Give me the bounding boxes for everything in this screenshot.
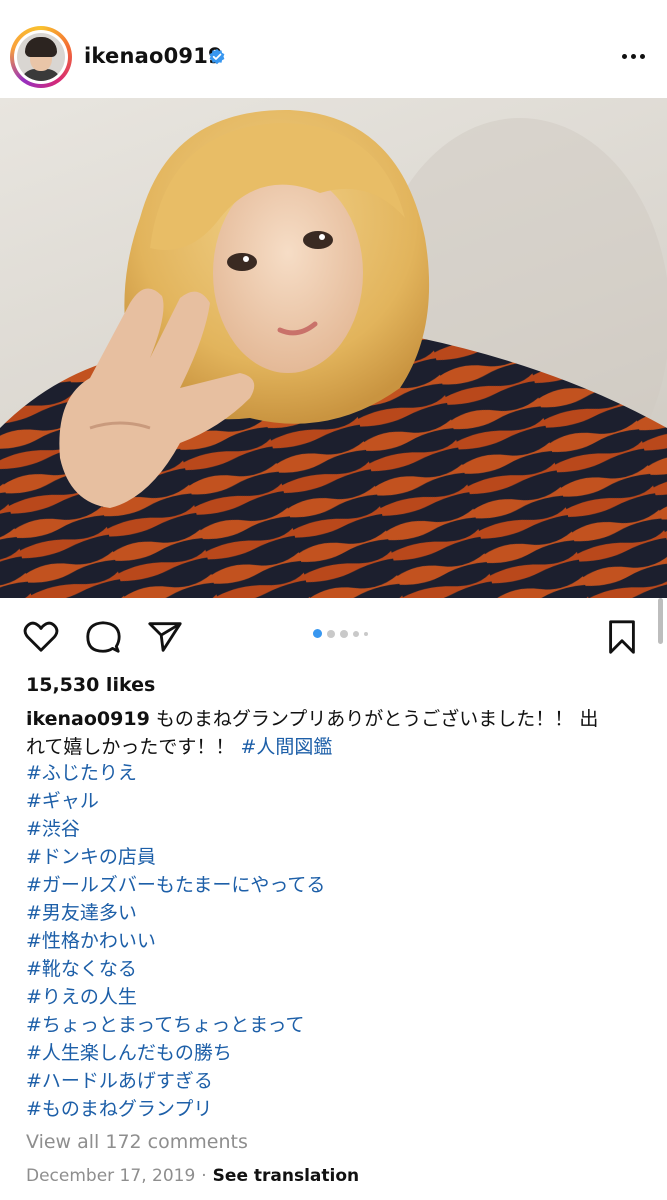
scrollbar[interactable] [658, 598, 663, 644]
carousel-dot [353, 630, 359, 637]
hashtag-link[interactable]: #性格かわいい [26, 927, 641, 955]
carousel-dot-active [313, 629, 322, 638]
separator-dot: · [201, 1166, 207, 1186]
bookmark-icon[interactable] [603, 618, 641, 656]
hashtag-link[interactable]: #ふじたりえ [26, 759, 641, 787]
post-photo[interactable] [0, 98, 667, 598]
hashtag-link[interactable]: #ガールズバーもたまーにやってる [26, 871, 641, 899]
heart-icon[interactable] [22, 618, 60, 656]
carousel-dot [364, 631, 368, 636]
post-footer: December 17, 2019 · See translation [26, 1166, 359, 1186]
carousel-indicator [313, 629, 368, 638]
hashtag-link[interactable]: #人生楽しんだもの勝ち [26, 1039, 641, 1067]
hashtag-link[interactable]: #ドンキの店員 [26, 843, 641, 871]
hashtag-link[interactable]: #ギャル [26, 787, 641, 815]
story-ring-avatar[interactable] [10, 26, 72, 88]
avatar[interactable] [14, 30, 68, 84]
verified-badge-icon [209, 48, 225, 65]
view-all-comments-link[interactable]: View all 172 comments [26, 1131, 248, 1153]
username[interactable]: ikenao0919 [84, 44, 223, 68]
comment-bubble-icon[interactable] [84, 618, 122, 656]
paper-plane-icon[interactable] [146, 618, 184, 656]
caption-text-line1: ものまねグランプリありがとうございました！！ 出 [149, 708, 599, 730]
post-date: December 17, 2019 [26, 1166, 196, 1186]
hashtag-link[interactable]: #男友達多い [26, 899, 641, 927]
more-options-icon[interactable] [618, 44, 648, 68]
avatar-image [17, 33, 65, 81]
likes-count[interactable]: 15,530 likes [26, 674, 155, 696]
carousel-dot [340, 629, 348, 638]
hashtag-list: #ふじたりえ #ギャル #渋谷 #ドンキの店員 #ガールズバーもたまーにやってる… [26, 759, 641, 1123]
caption: ikenao0919 ものまねグランプリありがとうございました！！ 出 れて嬉し… [26, 705, 641, 761]
hashtag-link[interactable]: #ハードルあげすぎる [26, 1067, 641, 1095]
carousel-dot [327, 629, 335, 638]
hashtag-link[interactable]: #ちょっとまってちょっとまって [26, 1011, 641, 1039]
see-translation-link[interactable]: See translation [213, 1166, 359, 1186]
hashtag-link[interactable]: #ものまねグランプリ [26, 1095, 641, 1123]
hashtag-link[interactable]: #渋谷 [26, 815, 641, 843]
caption-text-line2: れて嬉しかったです！！ [26, 736, 241, 758]
hashtag-link[interactable]: #靴なくなる [26, 955, 641, 983]
hashtag-link[interactable]: #人間図鑑 [240, 736, 332, 758]
hashtag-link[interactable]: #りえの人生 [26, 983, 641, 1011]
caption-username[interactable]: ikenao0919 [26, 708, 150, 730]
post-header: ikenao0919 [0, 0, 667, 98]
